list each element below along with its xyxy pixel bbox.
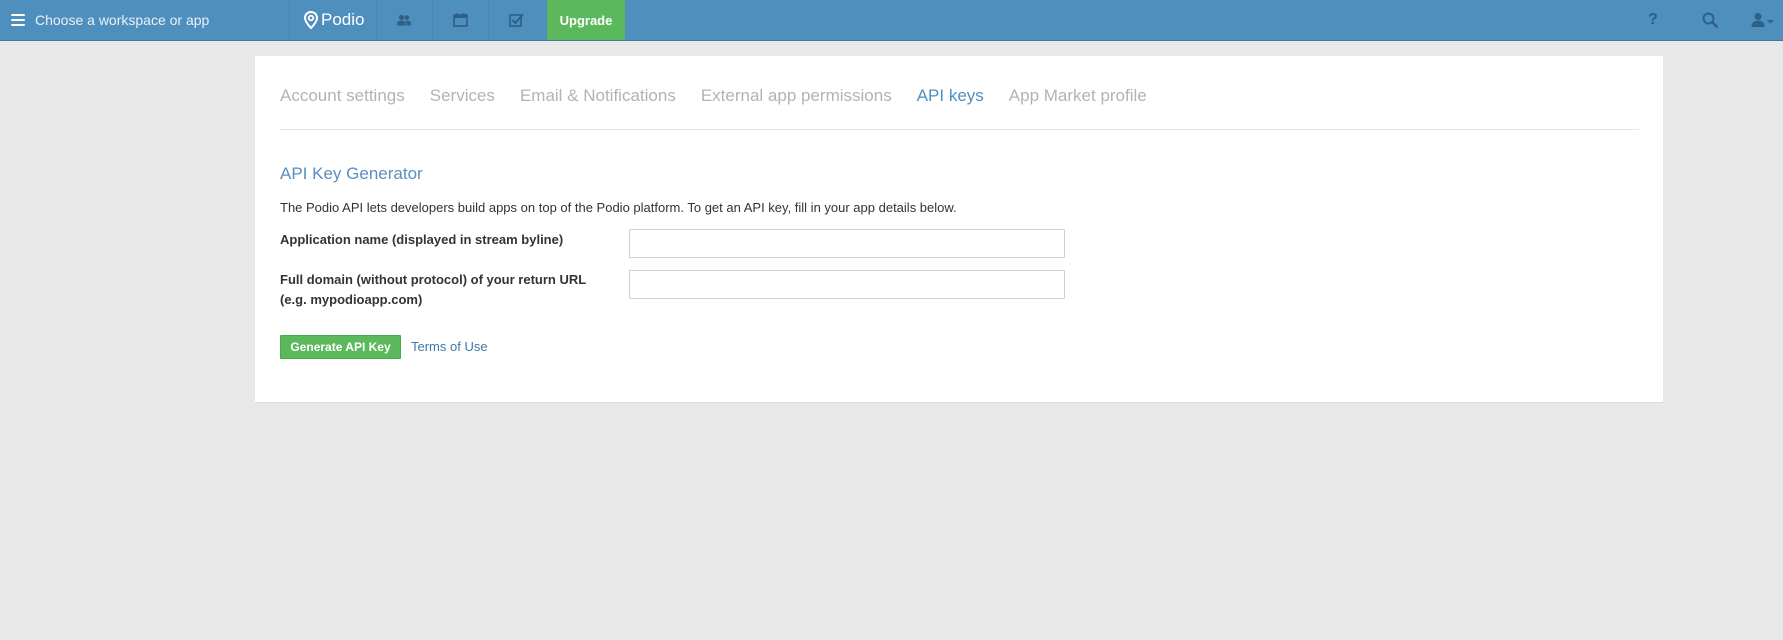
tab-account-settings[interactable]: Account settings — [280, 86, 405, 106]
tab-email-notifications[interactable]: Email & Notifications — [520, 86, 676, 106]
domain-label-line1: Full domain (without protocol) of your r… — [280, 272, 587, 287]
domain-input[interactable] — [629, 270, 1065, 299]
tasks-icon[interactable] — [488, 0, 544, 40]
tab-api-keys[interactable]: API keys — [917, 86, 984, 106]
app-name-label: Application name (displayed in stream by… — [280, 232, 564, 247]
search-icon[interactable] — [1690, 0, 1730, 40]
calendar-icon[interactable] — [432, 0, 488, 40]
chevron-down-icon — [1767, 20, 1774, 24]
upgrade-button[interactable]: Upgrade — [547, 0, 625, 40]
top-navigation-bar: Choose a workspace or app Podio Upgrade … — [0, 0, 1783, 41]
terms-of-use-link[interactable]: Terms of Use — [411, 339, 488, 354]
hamburger-menu-icon[interactable] — [11, 14, 25, 26]
settings-card: Account settings Services Email & Notifi… — [255, 56, 1663, 403]
section-title: API Key Generator — [280, 164, 423, 183]
divider — [289, 0, 290, 40]
podio-logo[interactable]: Podio — [304, 9, 364, 31]
help-icon[interactable]: ? — [1633, 0, 1673, 40]
intro-text: The Podio API lets developers build apps… — [280, 200, 957, 215]
domain-label: Full domain (without protocol) of your r… — [280, 270, 610, 310]
app-name-input[interactable] — [629, 229, 1065, 258]
user-menu-icon[interactable] — [1743, 0, 1783, 40]
workspace-switcher[interactable]: Choose a workspace or app — [0, 0, 289, 40]
workspace-switcher-label: Choose a workspace or app — [35, 12, 210, 28]
domain-label-line2: (e.g. mypodioapp.com) — [280, 292, 423, 307]
tab-services[interactable]: Services — [430, 86, 495, 106]
settings-tabs: Account settings Services Email & Notifi… — [280, 86, 1172, 106]
divider — [280, 129, 1639, 130]
podio-logo-icon — [304, 11, 318, 29]
tab-external-app-permissions[interactable]: External app permissions — [701, 86, 892, 106]
logo-text: Podio — [321, 10, 365, 29]
tab-app-market-profile[interactable]: App Market profile — [1009, 86, 1147, 106]
contacts-icon[interactable] — [376, 0, 432, 40]
generate-api-key-button[interactable]: Generate API Key — [280, 335, 401, 359]
